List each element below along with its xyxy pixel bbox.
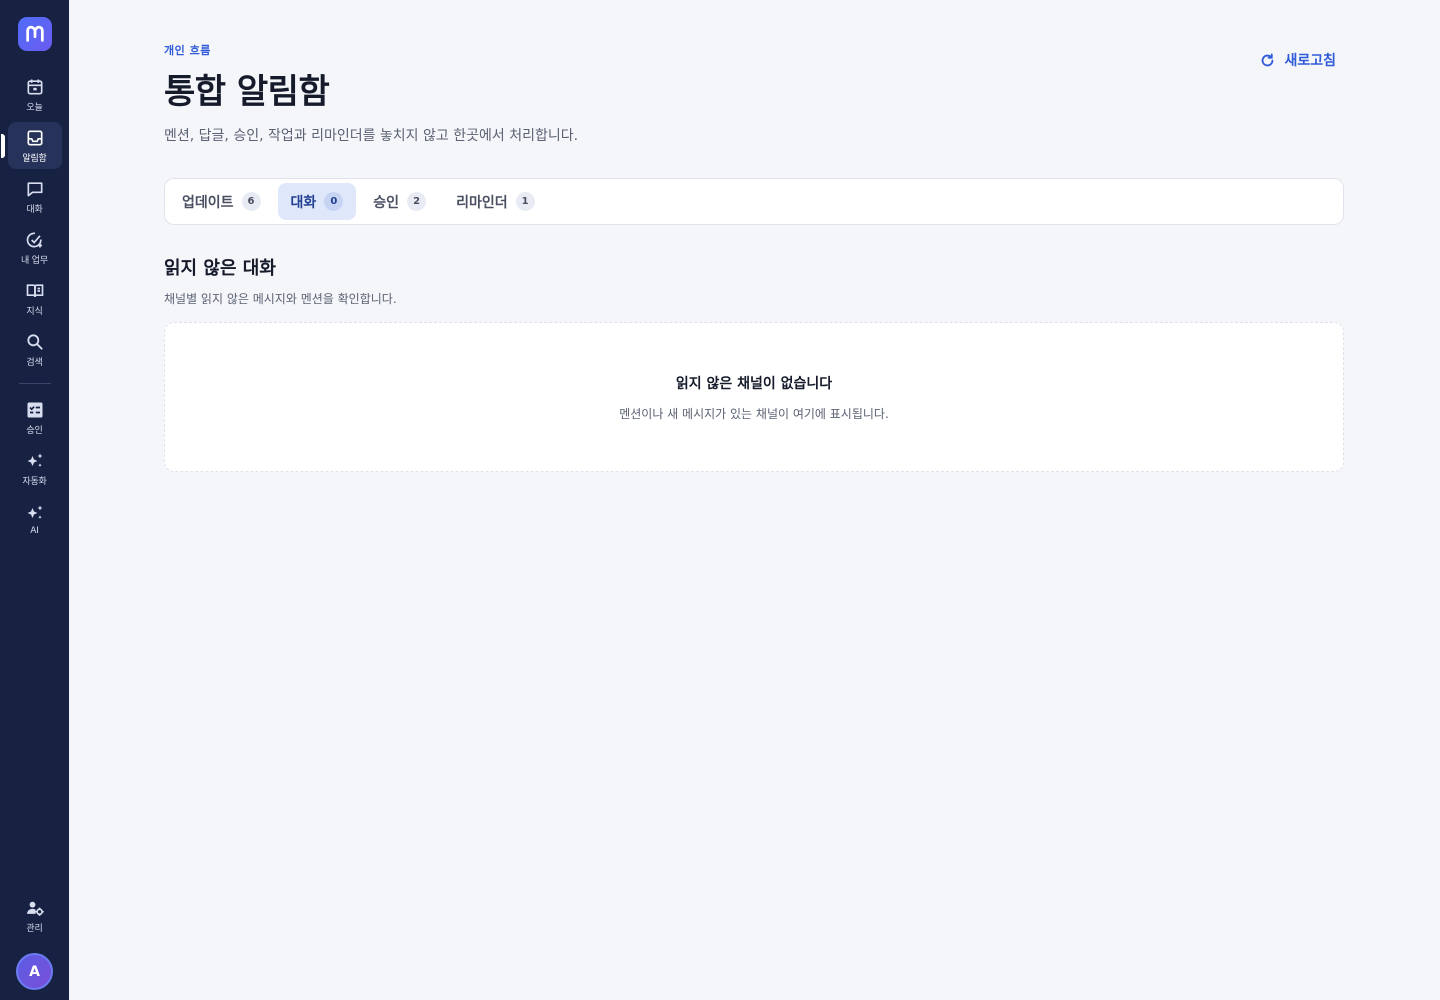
sidebar-item-chat[interactable]: 대화 — [8, 173, 62, 220]
sidebar-nav: 오늘 알림함 대화 내 업무 지식 검색 승인 자동화 AI — [0, 71, 69, 547]
chat-icon — [27, 181, 43, 196]
sidebar-item-search[interactable]: 검색 — [8, 326, 62, 373]
sidebar-bottom: 관리 A — [8, 892, 62, 990]
app-logo[interactable] — [17, 17, 52, 51]
sidebar-item-admin[interactable]: 관리 — [8, 892, 62, 939]
section-title: 읽지 않은 대화 — [164, 258, 276, 279]
refresh-icon — [1262, 53, 1274, 66]
refresh-button[interactable]: 새로고침 — [1259, 50, 1336, 70]
sidebar-item-my-tasks[interactable]: 내 업무 — [8, 224, 62, 271]
search-icon — [26, 333, 43, 350]
sidebar-item-automation[interactable]: 자동화 — [8, 445, 62, 492]
sidebar-item-knowledge[interactable]: 지식 — [8, 275, 62, 322]
sidebar-item-label: 지식 — [26, 306, 43, 317]
admin-users-gear-icon — [26, 901, 44, 916]
empty-state-description: 멘션이나 새 메시지가 있는 채널이 여기에 표시됩니다. — [619, 406, 889, 421]
logo-icon — [25, 25, 44, 42]
sidebar-item-label: AI — [30, 526, 39, 536]
tab-updates[interactable]: 업데이트 6 — [169, 183, 274, 220]
inbox-icon — [27, 130, 42, 145]
page-description: 멘션, 답글, 승인, 작업과 리마인더를 놓치지 않고 한곳에서 처리합니다. — [164, 128, 579, 144]
page-eyebrow: 개인 흐름 — [164, 44, 211, 57]
tab-conversations[interactable]: 대화 0 — [277, 183, 357, 220]
empty-state-card: 읽지 않은 채널이 없습니다 멘션이나 새 메시지가 있는 채널이 여기에 표시… — [164, 322, 1344, 472]
approval-icon — [27, 402, 42, 417]
sidebar-item-label: 내 업무 — [21, 255, 48, 266]
sidebar-item-today[interactable]: 오늘 — [8, 71, 62, 118]
sidebar-item-label: 오늘 — [26, 102, 43, 113]
avatar-initial: A — [29, 963, 40, 980]
tab-label: 리마인더 — [456, 194, 508, 211]
sidebar-divider — [18, 383, 51, 384]
sidebar-item-inbox[interactable]: 알림함 — [0, 122, 62, 169]
tab-reminders[interactable]: 리마인더 1 — [443, 183, 548, 220]
count-badge: 1 — [515, 192, 535, 211]
sidebar-item-label: 승인 — [26, 425, 43, 436]
sidebar-item-ai[interactable]: AI — [8, 496, 62, 543]
tab-approvals[interactable]: 승인 2 — [360, 183, 439, 220]
calendar-icon — [27, 79, 42, 94]
count-badge: 2 — [407, 192, 427, 211]
page-title: 통합 알림함 — [164, 72, 330, 112]
count-badge: 0 — [324, 192, 344, 211]
section-description: 채널별 읽지 않은 메시지와 멘션을 확인합니다. — [164, 292, 397, 306]
main-content: 개인 흐름 통합 알림함 멘션, 답글, 승인, 작업과 리마인더를 놓치지 않… — [69, 0, 1440, 1000]
sidebar-item-label: 관리 — [26, 923, 43, 934]
sidebar-item-label: 알림함 — [22, 153, 47, 164]
sidebar-item-label: 검색 — [26, 357, 43, 368]
user-avatar[interactable]: A — [16, 953, 53, 990]
refresh-label: 새로고침 — [1284, 53, 1336, 69]
inbox-page: 개인 흐름 통합 알림함 멘션, 답글, 승인, 작업과 리마인더를 놓치지 않… — [164, 42, 1344, 472]
sparkle-icon — [27, 453, 42, 467]
empty-state-title: 읽지 않은 채널이 없습니다 — [675, 375, 833, 392]
sidebar-item-label: 자동화 — [22, 476, 47, 487]
tab-label: 대화 — [290, 194, 317, 211]
ai-sparkle-icon — [27, 505, 42, 519]
sidebar-item-approvals[interactable]: 승인 — [8, 394, 62, 441]
tab-label: 승인 — [373, 194, 400, 211]
count-badge: 6 — [241, 192, 261, 211]
tab-label: 업데이트 — [182, 194, 234, 211]
sidebar-item-label: 대화 — [26, 204, 43, 215]
task-check-icon — [26, 231, 42, 247]
inbox-tabs: 업데이트 6 대화 0 승인 2 리마인더 1 — [164, 178, 1344, 225]
book-icon — [26, 283, 43, 297]
sidebar: 오늘 알림함 대화 내 업무 지식 검색 승인 자동화 AI 관리 A — [0, 0, 69, 1000]
